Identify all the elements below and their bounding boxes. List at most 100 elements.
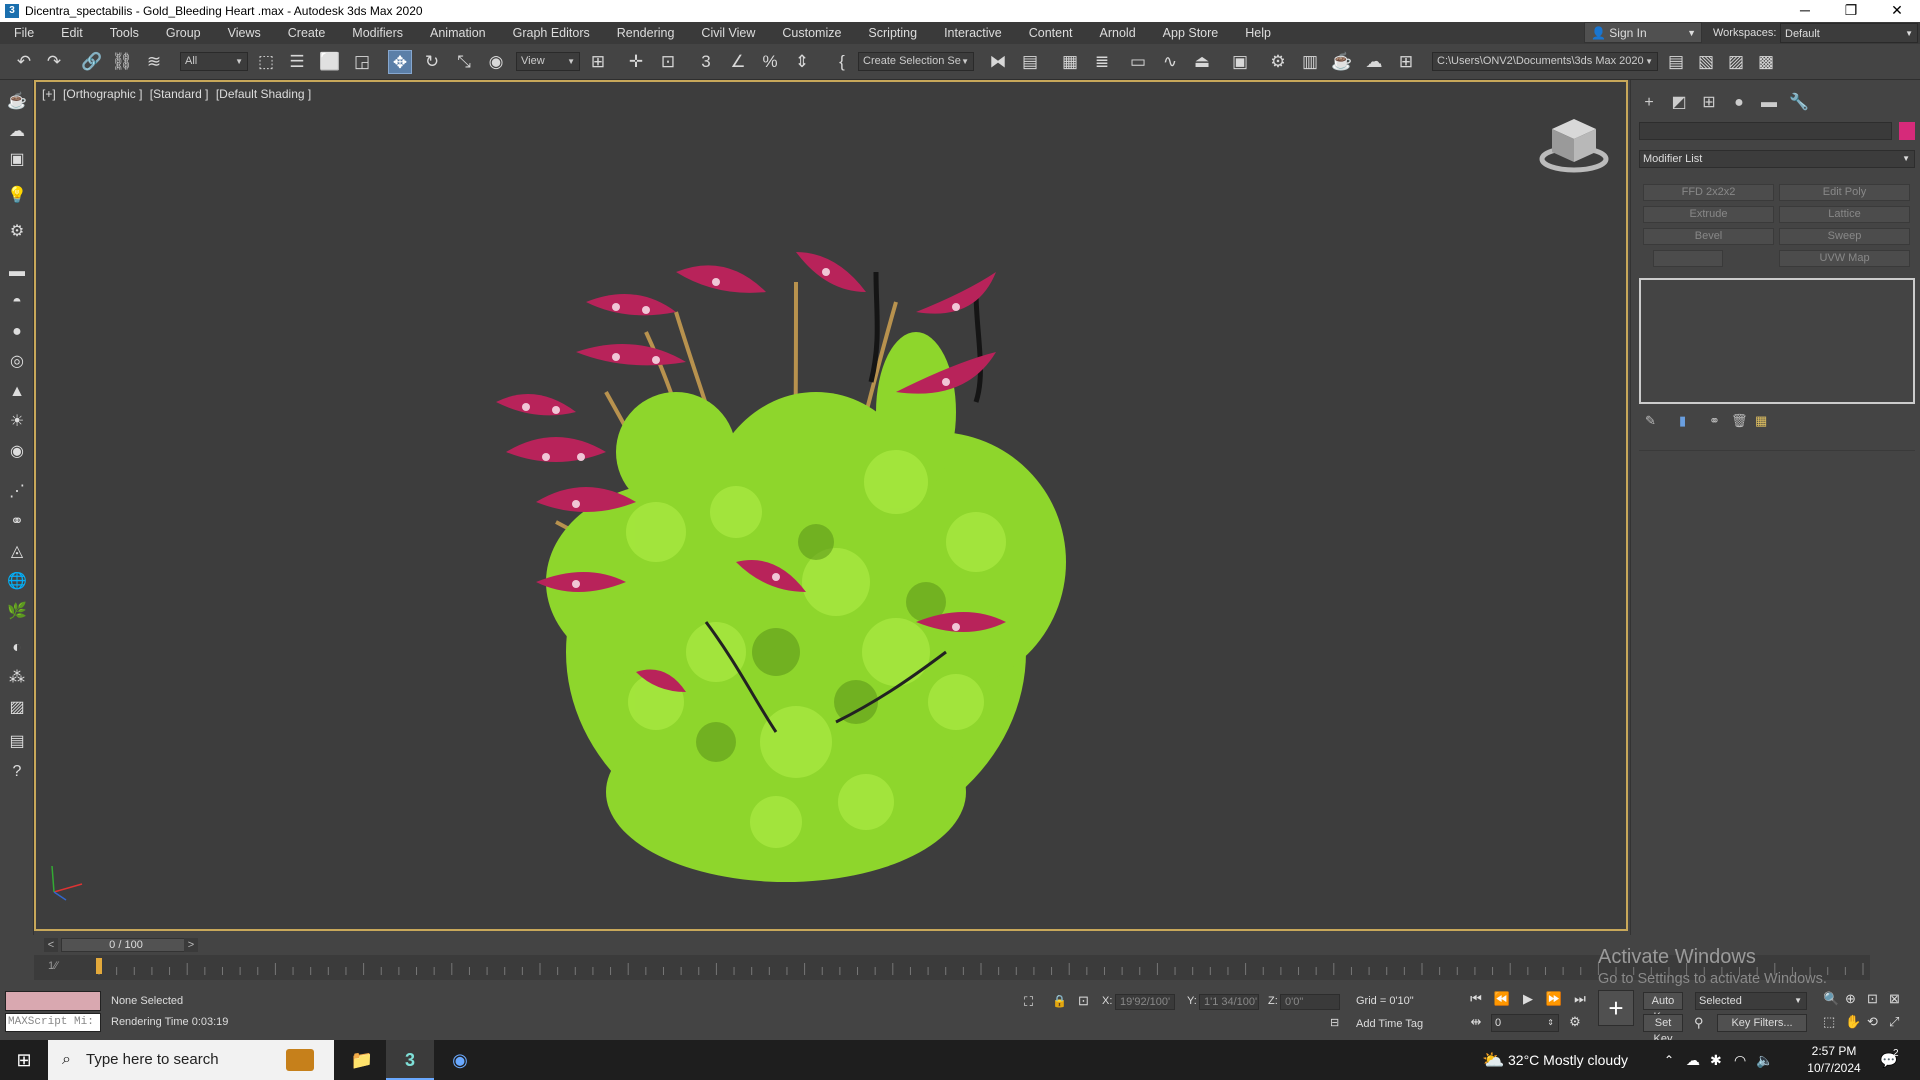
show-hidden-icons-icon[interactable]: ⌃ (1664, 1040, 1674, 1080)
y-coordinate-field[interactable]: 1'1 34/100' (1199, 994, 1259, 1010)
menu-animation[interactable]: Animation (416, 26, 499, 40)
render-frame-icon[interactable]: ▨ (5, 696, 29, 720)
schematic-icon[interactable]: ⏏ (1190, 50, 1214, 74)
redo-icon[interactable]: ↷ (42, 50, 66, 74)
current-frame-marker[interactable] (96, 958, 102, 974)
menu-modifiers[interactable]: Modifiers (338, 26, 416, 40)
go-to-end-icon[interactable]: ⏭ (1569, 991, 1591, 1007)
hemisphere-icon[interactable]: ◓ (5, 290, 29, 314)
time-slider[interactable]: 0 / 100 (61, 938, 191, 952)
named-selection-dropdown[interactable]: Create Selection Se ▼ (858, 52, 974, 71)
pivot-icon[interactable]: ⊞ (586, 50, 610, 74)
minimize-button[interactable]: ─ (1782, 0, 1828, 22)
window-crossing-icon[interactable]: ◲ (350, 50, 374, 74)
help-icon[interactable]: ? (5, 760, 29, 784)
taskbar-search[interactable]: ⌕ Type here to search (48, 1040, 334, 1080)
make-unique-icon[interactable]: ⚭ (1709, 413, 1720, 429)
key-mode-icon[interactable]: ⇹ (1465, 1014, 1487, 1030)
mini-curve-editor-icon[interactable]: 1∕∕ (48, 960, 58, 972)
zoom-all-icon[interactable]: ⊕ (1845, 991, 1856, 1007)
viewport-shading-label[interactable]: [Default Shading ] (216, 87, 311, 101)
ref-coord-dropdown[interactable]: View ▼ (516, 52, 580, 71)
modifier-ffd-button[interactable]: FFD 2x2x2 (1643, 184, 1774, 201)
menu-customize[interactable]: Customize (768, 26, 854, 40)
windows-start-icon[interactable]: ⊞ (0, 1040, 48, 1080)
light-icon[interactable]: 💡 (5, 184, 29, 208)
scale-icon[interactable]: ⤡ (452, 50, 476, 74)
maximize-viewport-icon[interactable]: ⤢ (1889, 1014, 1899, 1030)
select-object-icon[interactable]: ⬚ (254, 50, 278, 74)
project-settings-icon[interactable]: ▨ (1724, 50, 1748, 74)
selection-filter-dropdown[interactable]: All ▼ (180, 52, 248, 71)
system-clock[interactable]: 2:57 PM 10/7/2024 (1804, 1043, 1864, 1077)
orbit-icon[interactable]: ⟲ (1867, 1014, 1878, 1030)
isolate-selection-icon[interactable]: ⛶ (1024, 994, 1033, 1010)
torus-icon[interactable]: ◎ (5, 350, 29, 374)
object-name-field[interactable] (1639, 122, 1892, 140)
key-set-dropdown[interactable]: Selected ▼ (1695, 992, 1807, 1010)
menu-tools[interactable]: Tools (96, 26, 152, 40)
edit-named-sel-icon[interactable]: { (830, 50, 854, 74)
select-by-name-icon[interactable]: ☰ (285, 50, 309, 74)
display-tab-icon[interactable]: ▬ (1757, 92, 1781, 114)
snap-toggle-icon[interactable]: ⊡ (656, 50, 680, 74)
show-end-result-icon[interactable]: ▮ (1679, 413, 1686, 429)
curve-editor-icon[interactable]: ∿ (1158, 50, 1182, 74)
project-path-dropdown[interactable]: C:\Users\ONV2\Documents\3ds Max 2020 ▼ (1432, 52, 1658, 71)
time-prev-button[interactable]: < (44, 938, 58, 952)
viewport-quality-label[interactable]: [Standard ] (150, 87, 209, 101)
viewport-label[interactable]: [+] [Orthographic ] [Standard ] [Default… (42, 87, 315, 101)
configure-sets-icon[interactable]: ▦ (1755, 413, 1767, 429)
maxscript-listener-output[interactable] (5, 991, 101, 1011)
add-time-tag-button[interactable]: Add Time Tag (1356, 1018, 1423, 1030)
key-filters-icon[interactable]: ⚲ (1694, 1015, 1704, 1031)
modifier-stack[interactable] (1639, 278, 1915, 404)
wifi-icon[interactable]: ◠ (1734, 1040, 1746, 1080)
app-taskbar-icon[interactable]: ◉ (436, 1040, 484, 1080)
menu-app-store[interactable]: App Store (1149, 26, 1232, 40)
create-tab-icon[interactable]: + (1637, 92, 1661, 114)
scene-explorer-icon[interactable]: ≣ (1090, 50, 1114, 74)
menu-rendering[interactable]: Rendering (603, 26, 688, 40)
utilities-tab-icon[interactable]: 🔧 (1787, 92, 1811, 114)
zoom-extents-all-icon[interactable]: ⊠ (1889, 991, 1900, 1007)
rendered-frame-icon[interactable]: ▥ (1298, 50, 1322, 74)
absolute-mode-icon[interactable]: ⊡ (1078, 993, 1089, 1009)
menu-group[interactable]: Group (152, 26, 214, 40)
modifier-extrude-button[interactable]: Extrude (1643, 206, 1774, 223)
next-frame-icon[interactable]: ⏩ (1543, 991, 1565, 1007)
maxscript-mini-input[interactable]: MAXScript Mi: (5, 1013, 101, 1032)
project-folder-icon[interactable]: ▤ (1664, 50, 1688, 74)
cone-icon[interactable]: ▲ (5, 380, 29, 404)
menu-civil-view[interactable]: Civil View (687, 26, 768, 40)
zoom-icon[interactable]: 🔍 (1823, 991, 1839, 1007)
time-config-icon[interactable]: ⚙ (1564, 1014, 1586, 1030)
menu-content[interactable]: Content (1015, 26, 1086, 40)
auto-key-button[interactable]: Auto Key (1643, 992, 1683, 1023)
angle-snap-toggle-icon[interactable]: ∠ (726, 50, 750, 74)
documents-icon[interactable]: ▤ (5, 730, 29, 754)
file-explorer-icon[interactable]: 📁 (338, 1040, 386, 1080)
field-of-view-icon[interactable]: ⬚ (1823, 1014, 1835, 1030)
spinner-snap-icon[interactable]: ⇕ (790, 50, 814, 74)
placement-icon[interactable]: ◉ (484, 50, 508, 74)
weather-text[interactable]: 32°C Mostly cloudy (1508, 1040, 1628, 1080)
maximize-button[interactable]: ❐ (1828, 0, 1874, 22)
layer-explorer-icon[interactable]: ▦ (1058, 50, 1082, 74)
sun-icon[interactable]: ☀ (5, 410, 29, 434)
rect-region-icon[interactable]: ⬜ (318, 50, 342, 74)
modifier-edit-poly-button[interactable]: Edit Poly (1779, 184, 1910, 201)
globe-icon[interactable]: 🌐 (5, 570, 29, 594)
time-tag-icon[interactable]: ⊟ (1330, 1016, 1339, 1029)
lock-selection-icon[interactable]: 🔒 (1052, 994, 1067, 1008)
modifier-bevel-button[interactable]: Bevel (1643, 228, 1774, 245)
align-icon[interactable]: ▤ (1018, 50, 1042, 74)
menu-edit[interactable]: Edit (47, 26, 96, 40)
zoom-extents-icon[interactable]: ⊡ (1867, 991, 1878, 1007)
volume-icon[interactable]: 🔈 (1756, 1040, 1773, 1080)
viewport-pov-label[interactable]: [Orthographic ] (63, 87, 142, 101)
viewport-menu-label[interactable]: [+] (42, 87, 56, 101)
pin-stack-icon[interactable]: ✎ (1645, 413, 1656, 429)
foliage-icon[interactable]: 🌿 (5, 600, 29, 624)
x-coordinate-field[interactable]: 19'92/100' (1115, 994, 1175, 1010)
